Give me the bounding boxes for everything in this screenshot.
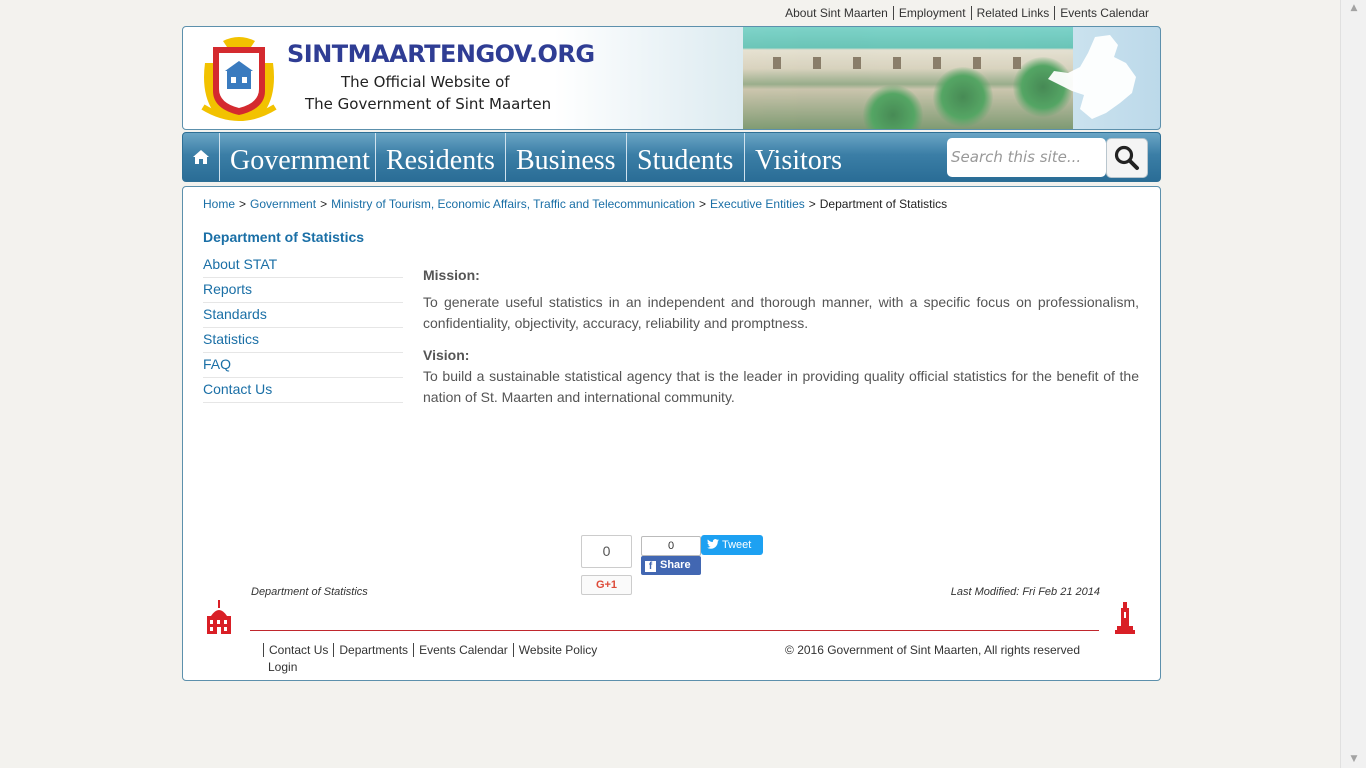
scroll-down-arrow-icon[interactable]: ▼ xyxy=(1341,751,1366,768)
site-name: SINTMAARTENGOV.ORG xyxy=(287,40,595,68)
nav-item-residents[interactable]: Residents xyxy=(376,133,506,181)
mission-heading: Mission: xyxy=(423,267,480,283)
facebook-count: 0 xyxy=(641,536,701,556)
breadcrumb-home[interactable]: Home xyxy=(203,197,235,211)
tagline-line-2: The Government of Sint Maarten xyxy=(305,95,552,113)
sidebar-item-contact[interactable]: Contact Us xyxy=(203,378,403,403)
building-image xyxy=(743,27,1073,129)
vision-text: To build a sustainable statistical agenc… xyxy=(423,368,1139,405)
header-banner[interactable]: SINTMAARTENGOV.ORG The Official Website … xyxy=(182,26,1161,130)
breadcrumb-ministry[interactable]: Ministry of Tourism, Economic Affairs, T… xyxy=(331,197,695,211)
home-nav-button[interactable] xyxy=(183,133,220,181)
footer-divider xyxy=(250,630,1099,631)
footer-links: Contact Us Departments Events Calendar W… xyxy=(263,643,602,657)
twitter-bird-icon xyxy=(707,539,719,549)
content-panel: Home > Government > Ministry of Tourism, Eco… xyxy=(182,186,1161,681)
mission-text: To generate useful statistics in an inde… xyxy=(423,294,1139,331)
facebook-share-button[interactable]: f Share xyxy=(641,556,701,575)
breadcrumb-executive-entities[interactable]: Executive Entities xyxy=(710,197,805,211)
copyright: © 2016 Government of Sint Maarten, All r… xyxy=(785,643,1080,657)
sidebar-item-standards[interactable]: Standards xyxy=(203,303,403,328)
footer-link-policy[interactable]: Website Policy xyxy=(512,643,602,657)
top-link-related[interactable]: Related Links xyxy=(970,6,1055,20)
sidebar-item-faq[interactable]: FAQ xyxy=(203,353,403,378)
island-map-icon xyxy=(1048,35,1136,119)
home-icon xyxy=(193,150,209,164)
footer-link-events[interactable]: Events Calendar xyxy=(413,643,513,657)
nav-item-students[interactable]: Students xyxy=(627,133,745,181)
monument-icon xyxy=(1115,602,1135,634)
sidebar-item-statistics[interactable]: Statistics xyxy=(203,328,403,353)
coat-of-arms-icon xyxy=(201,37,277,121)
footer-link-contact[interactable]: Contact Us xyxy=(263,643,333,657)
search-input[interactable]: Search this site... xyxy=(947,138,1106,177)
search-button[interactable] xyxy=(1106,138,1148,178)
tweet-button[interactable]: Tweet xyxy=(701,535,763,555)
top-link-employment[interactable]: Employment xyxy=(892,6,971,20)
sidebar-item-about[interactable]: About STAT xyxy=(203,253,403,278)
nav-item-business[interactable]: Business xyxy=(506,133,627,181)
main-content: Mission: To generate useful statistics i… xyxy=(423,265,1139,408)
facebook-share-label: Share xyxy=(660,559,691,571)
nav-item-government[interactable]: Government xyxy=(220,133,376,181)
top-link-events[interactable]: Events Calendar xyxy=(1054,6,1154,20)
tagline-line-1: The Official Website of xyxy=(341,73,510,91)
tweet-label: Tweet xyxy=(722,539,752,551)
search-icon xyxy=(1114,145,1139,170)
gplus-count: 0 xyxy=(581,535,632,568)
sidebar-menu: About STAT Reports Standards Statistics … xyxy=(203,253,403,403)
breadcrumb-current: Department of Statistics xyxy=(819,197,948,211)
breadcrumb: Home > Government > Ministry of Tourism, Eco… xyxy=(203,197,948,211)
nav-item-visitors[interactable]: Visitors xyxy=(745,133,853,181)
sidebar-title[interactable]: Department of Statistics xyxy=(203,229,364,245)
last-modified: Last Modified: Fri Feb 21 2014 xyxy=(950,586,1100,598)
top-link-about[interactable]: About Sint Maarten xyxy=(780,6,893,20)
government-building-icon xyxy=(207,600,231,634)
sidebar-item-reports[interactable]: Reports xyxy=(203,278,403,303)
footer-department: Department of Statistics xyxy=(251,586,368,598)
vision-heading: Vision: xyxy=(423,347,470,363)
footer-login-link[interactable]: Login xyxy=(268,660,297,674)
top-links: About Sint Maarten Employment Related Li… xyxy=(780,6,1154,20)
page-scrollbar[interactable]: ▲ ▼ xyxy=(1340,0,1366,768)
gplus-button[interactable]: G+1 xyxy=(581,575,632,595)
breadcrumb-government[interactable]: Government xyxy=(250,197,316,211)
main-nav: Government Residents Business Students V… xyxy=(182,132,1161,182)
facebook-icon: f xyxy=(645,561,656,572)
scroll-up-arrow-icon[interactable]: ▲ xyxy=(1341,0,1366,17)
footer-link-departments[interactable]: Departments xyxy=(333,643,413,657)
